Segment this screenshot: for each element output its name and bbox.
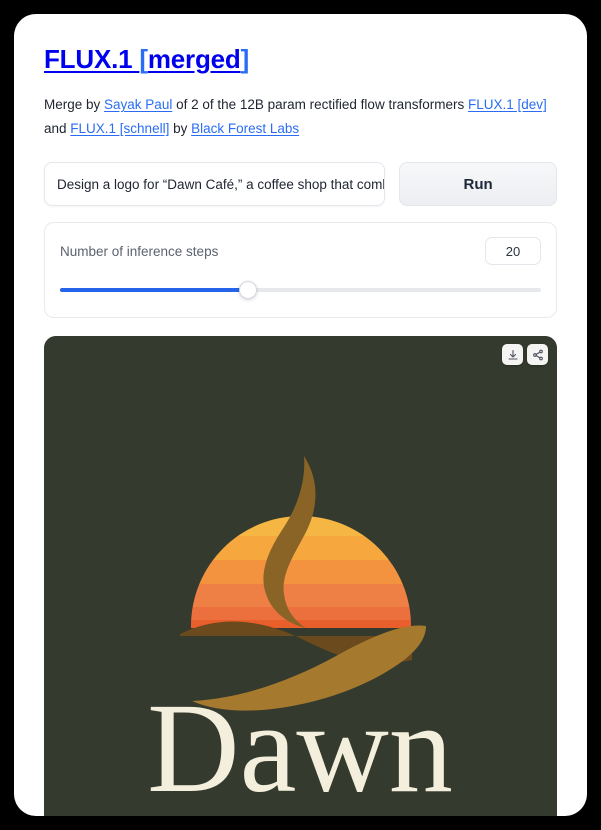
link-sayak-paul[interactable]: Sayak Paul — [104, 97, 172, 112]
share-button[interactable] — [527, 344, 548, 366]
inference-steps-label: Number of inference steps — [60, 243, 219, 259]
desc-seg-3: and — [44, 120, 71, 136]
desc-seg-1: Merge by — [44, 97, 105, 113]
link-flux-schnell[interactable]: FLUX.1 [schnell] — [70, 121, 169, 136]
inference-steps-slider[interactable] — [60, 281, 541, 300]
download-button[interactable] — [502, 344, 523, 366]
logo-brand-name: Dawn — [147, 677, 453, 816]
inference-steps-input[interactable]: 20 — [485, 237, 541, 266]
prompt-input[interactable]: Design a logo for “Dawn Café,” a coffee … — [44, 162, 386, 207]
app-card: FLUX.1 [merged] Merge by Sayak Paul of 2… — [14, 14, 587, 816]
slider-rail-fill — [60, 288, 248, 293]
desc-seg-2: of 2 of the 12B param rectified flow tra… — [172, 97, 468, 113]
generated-logo-image: Dawn CAFE — [44, 336, 557, 816]
page-title-merged-link[interactable]: merged — [148, 44, 241, 74]
page-description: Merge by Sayak Paul of 2 of the 12B para… — [44, 93, 557, 140]
run-button[interactable]: Run — [399, 162, 557, 207]
download-icon — [507, 349, 519, 361]
desc-seg-4: by — [169, 120, 192, 136]
slider-thumb[interactable] — [238, 281, 257, 300]
prompt-row: Design a logo for “Dawn Café,” a coffee … — [44, 162, 557, 207]
link-black-forest-labs[interactable]: Black Forest Labs — [191, 121, 299, 136]
image-toolbar — [502, 344, 548, 366]
page-title-bracket-close: ] — [240, 44, 250, 74]
page-title-link[interactable]: FLUX.1 — [44, 44, 139, 74]
inference-steps-card: Number of inference steps 20 — [44, 222, 557, 319]
image-output-panel: Dawn CAFE SAVE RE VANIT — [44, 336, 557, 816]
inference-steps-header: Number of inference steps 20 — [60, 237, 541, 266]
logo-brand-sub: CAFE — [243, 811, 356, 816]
app-content: FLUX.1 [merged] Merge by Sayak Paul of 2… — [14, 14, 587, 816]
link-flux-dev[interactable]: FLUX.1 [dev] — [468, 97, 547, 112]
page-title-bracket-open: [ — [139, 44, 148, 74]
page-title: FLUX.1 [merged] — [44, 44, 557, 75]
share-icon — [532, 349, 544, 361]
